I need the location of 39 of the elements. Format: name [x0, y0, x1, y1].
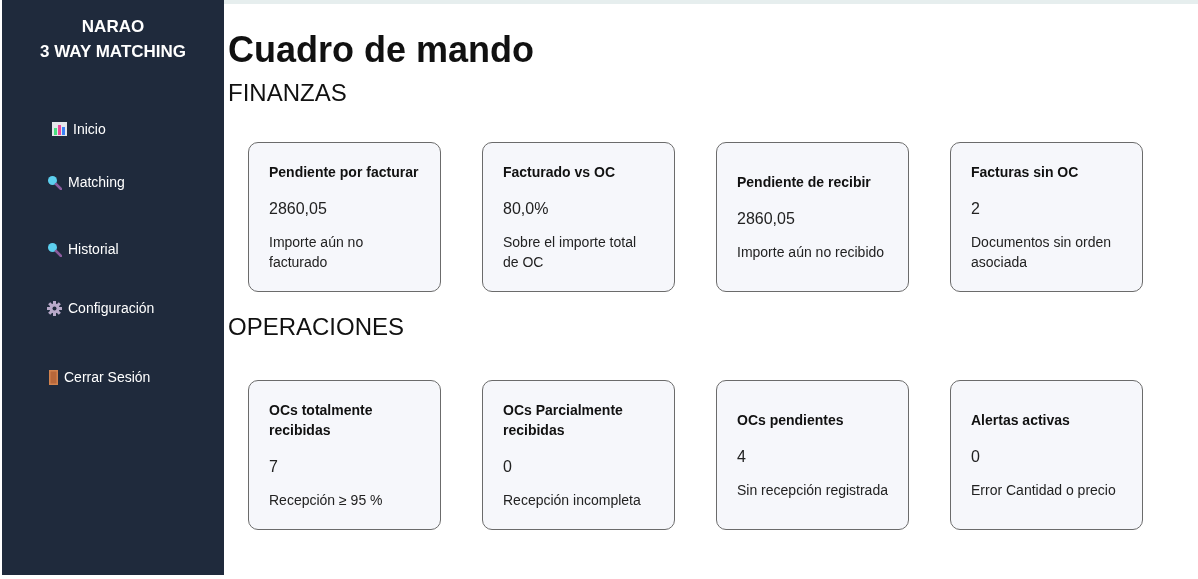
card-title: Facturado vs OC — [503, 163, 617, 182]
door-icon — [49, 369, 58, 385]
card-value: 2 — [971, 199, 981, 219]
nav-link[interactable]: Configuración — [2, 298, 155, 318]
bar-chart-icon — [52, 122, 67, 136]
card-value: 0 — [503, 457, 513, 477]
card-value: 7 — [269, 457, 279, 477]
section-heading: OPERACIONES — [228, 312, 405, 342]
card-title: Pendiente por facturar — [269, 163, 420, 182]
card-description: Sin recepción registrada — [737, 481, 888, 500]
card-title: Facturas sin OC — [971, 163, 1080, 182]
card-description: Recepción incompleta — [503, 491, 642, 510]
card-description: Recepción ≥ 95 % — [269, 491, 384, 510]
nav-link[interactable]: Historial — [2, 239, 119, 259]
brand-title: 3 WAY MATCHING — [39, 41, 187, 63]
nav-link[interactable]: Inicio — [2, 119, 106, 139]
page-title: Cuadro de mando — [228, 28, 535, 72]
gear-icon — [47, 300, 62, 316]
card-value: 80,0% — [503, 199, 550, 219]
card-value: 2860,05 — [269, 199, 328, 219]
card-value: 0 — [971, 447, 981, 467]
card-description: Documentos sin orden asociada — [971, 233, 1113, 272]
card-title: Alertas activas — [971, 411, 1071, 430]
section-heading: FINANZAS — [228, 78, 347, 108]
card-description: Error Cantidad o precio — [971, 481, 1117, 500]
card-title: OCs totalmente recibidas — [269, 401, 374, 440]
card-title: OCs Parcialmente recibidas — [503, 401, 624, 440]
card-title: OCs pendientes — [737, 411, 845, 430]
brand-title: NARAO — [81, 16, 145, 38]
nav-link[interactable]: Matching — [2, 172, 125, 192]
search-icon — [47, 241, 62, 257]
card-value: 4 — [737, 447, 747, 467]
card-description: Sobre el importe total de OC — [503, 233, 638, 272]
card-description: Importe aún no facturado — [269, 233, 365, 272]
card-description: Importe aún no recibido — [737, 243, 886, 262]
card-value: 2860,05 — [737, 209, 796, 229]
card-title: Pendiente de recibir — [737, 173, 872, 192]
search-icon — [47, 174, 62, 190]
nav-link[interactable]: Cerrar Sesión — [2, 367, 151, 387]
